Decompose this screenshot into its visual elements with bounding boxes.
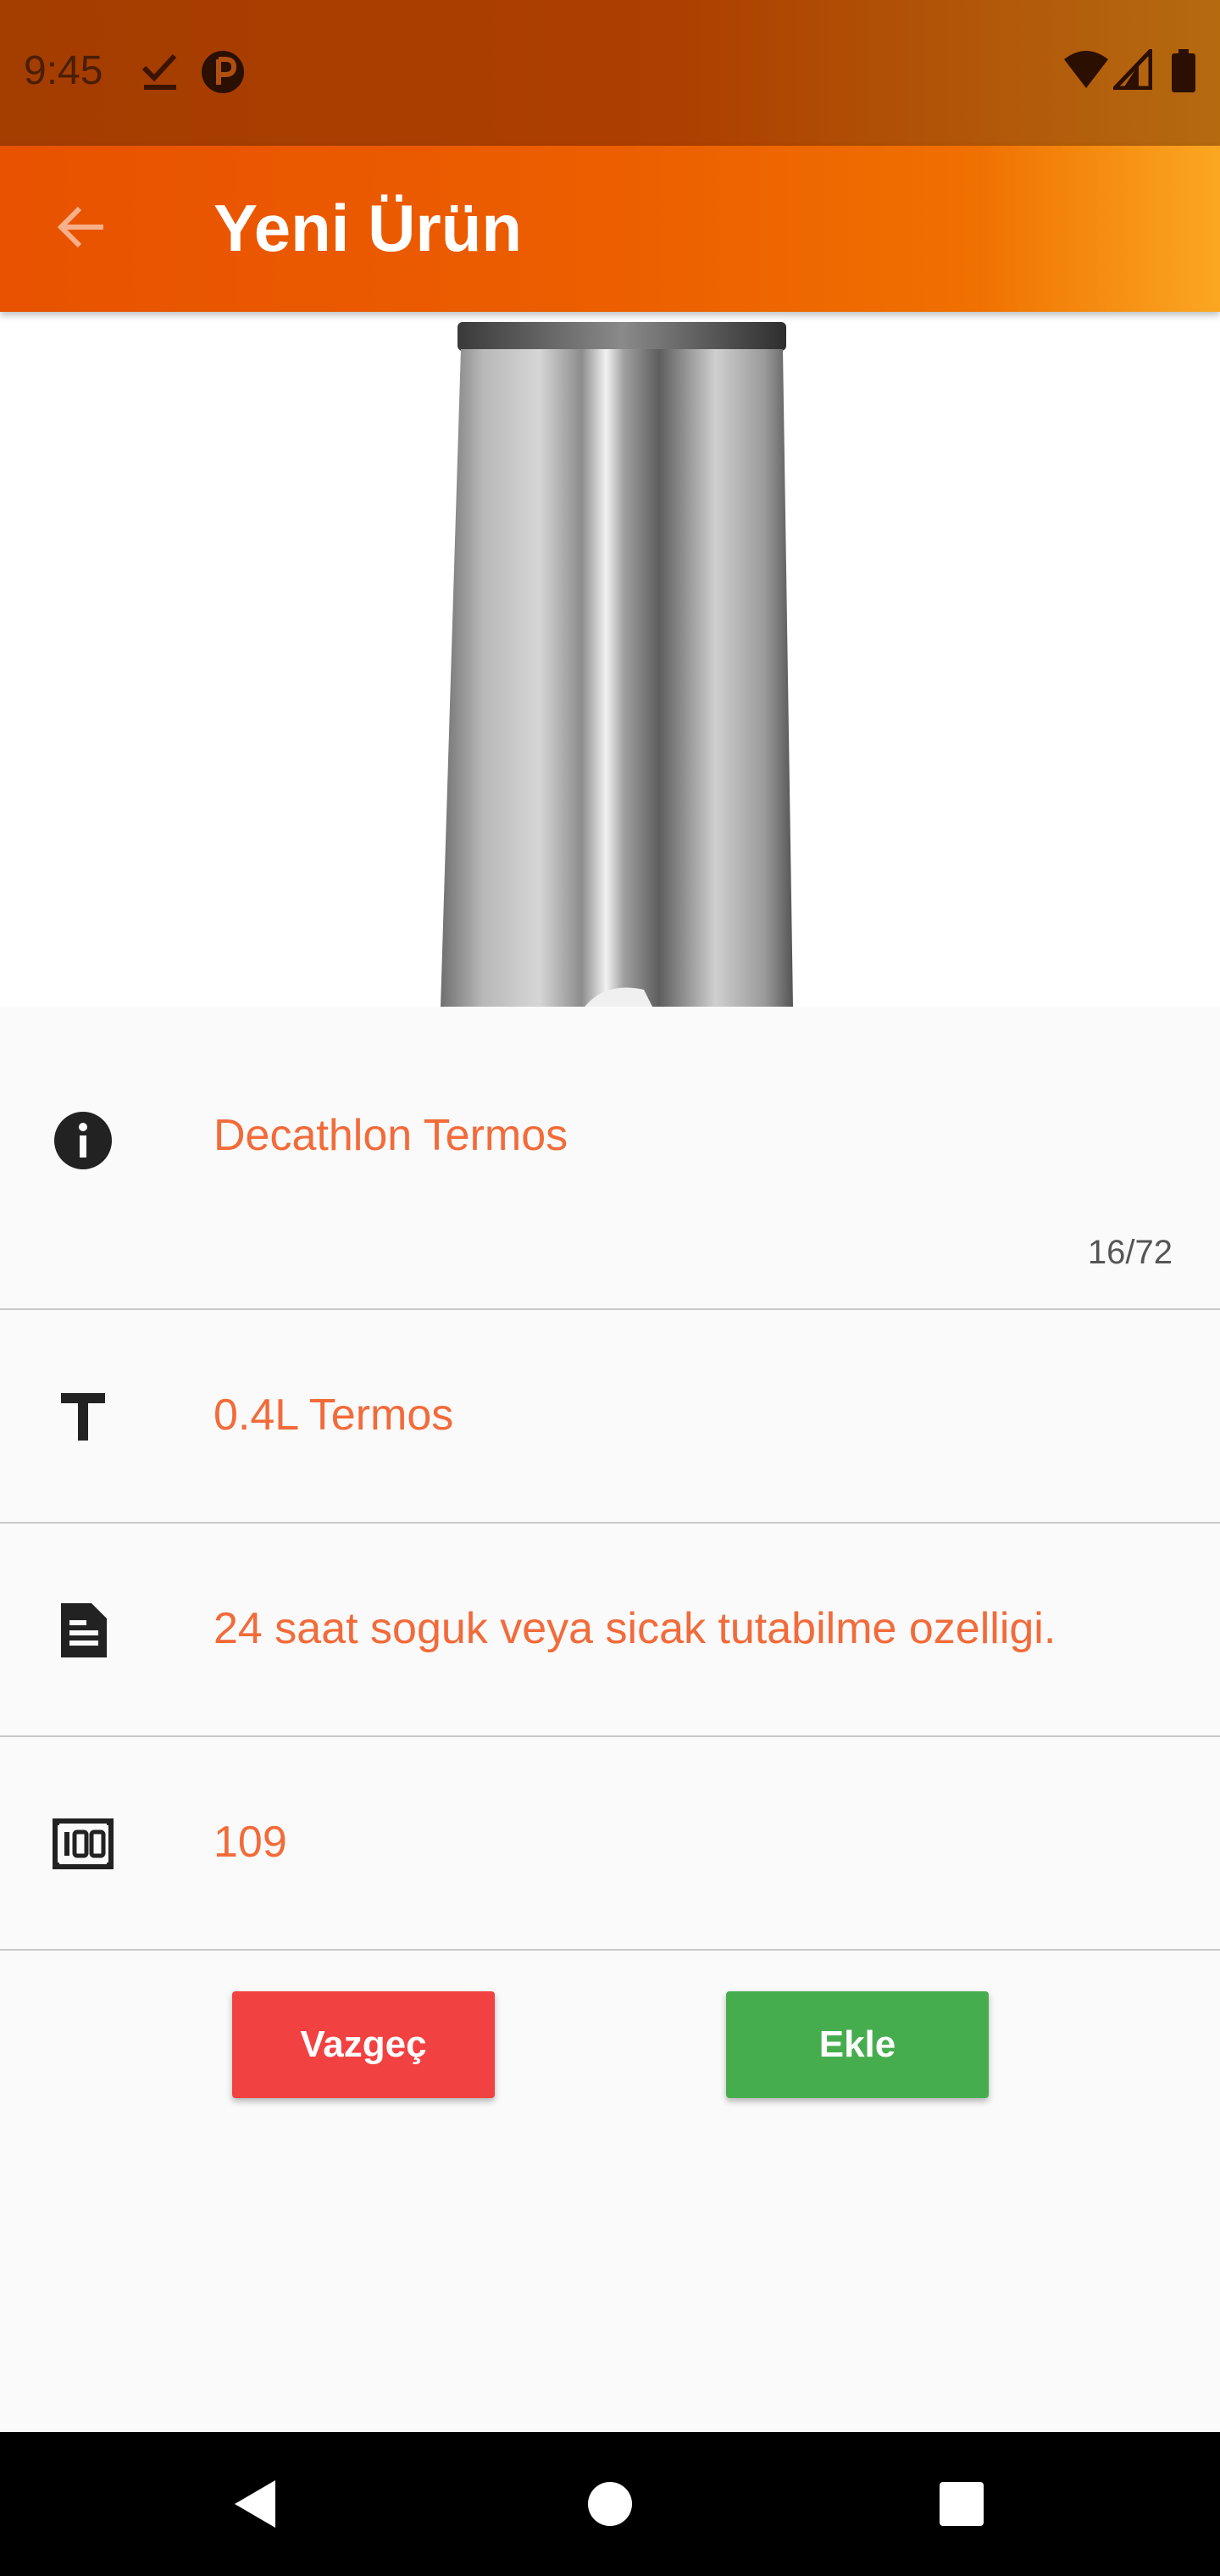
char-counter: 16/72 — [1087, 1234, 1173, 1271]
back-button[interactable] — [41, 188, 122, 269]
action-buttons: Vazgeç Ekle — [0, 1991, 1220, 2101]
description-field[interactable]: 24 saat soguk veya sicak tutabilme ozell… — [214, 1603, 1056, 1654]
title-field[interactable]: 0.4L Termos — [214, 1390, 453, 1441]
nav-back-button[interactable] — [217, 2466, 293, 2542]
nav-recents-button[interactable] — [923, 2466, 1000, 2542]
cancel-button[interactable]: Vazgeç — [232, 1991, 495, 2098]
page-title: Yeni Ürün — [214, 191, 523, 265]
price-field[interactable]: 109 — [214, 1817, 287, 1868]
back-triangle-icon — [235, 2480, 275, 2528]
arrow-back-icon — [54, 200, 108, 258]
barcode-100-icon — [47, 1808, 119, 1879]
system-nav-bar — [0, 2432, 1220, 2576]
recents-square-icon — [940, 2482, 984, 2526]
product-image[interactable] — [0, 312, 1220, 1007]
name-row: Decathlon Termos 16/72 — [0, 1007, 1220, 1310]
status-bar: 9:45 — [0, 0, 1220, 146]
battery-icon — [1171, 49, 1196, 97]
text-format-icon — [47, 1381, 119, 1452]
status-time: 9:45 — [24, 48, 103, 93]
app-bar: Yeni Ürün — [0, 146, 1220, 312]
wifi-icon — [1062, 49, 1110, 94]
name-field[interactable]: Decathlon Termos — [214, 1110, 568, 1161]
app-badge-icon — [200, 49, 246, 99]
thermos-image — [441, 322, 793, 1007]
price-row: 109 — [0, 1737, 1220, 1951]
check-download-icon — [141, 49, 180, 97]
title-row: 0.4L Termos — [0, 1310, 1220, 1524]
cell-signal-icon — [1110, 45, 1153, 94]
nav-home-button[interactable] — [572, 2466, 648, 2542]
add-button[interactable]: Ekle — [726, 1991, 989, 2098]
info-icon — [47, 1105, 119, 1176]
product-form: Decathlon Termos 16/72 0.4L Termos 24 sa… — [0, 1007, 1220, 1951]
description-icon — [47, 1595, 119, 1666]
description-row: 24 saat soguk veya sicak tutabilme ozell… — [0, 1524, 1220, 1737]
home-circle-icon — [588, 2482, 632, 2526]
